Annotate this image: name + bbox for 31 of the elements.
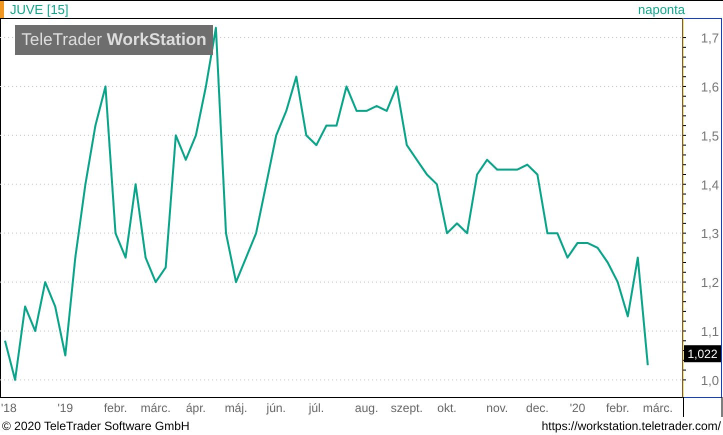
copyright-text: © 2020 TeleTrader Software GmbH [2, 419, 190, 433]
x-tick-label: febr. [104, 401, 128, 415]
x-tick-label: '20 [570, 401, 586, 415]
symbol-label: JUVE [15] [10, 2, 69, 17]
x-tick-label: máj. [224, 401, 248, 415]
x-tick-label: dec. [526, 401, 549, 415]
y-tick-label: 1,6 [700, 79, 719, 94]
price-tag: 1,022 [684, 345, 721, 362]
x-tick-label: márc. [140, 401, 171, 415]
y-tick-label: 1,0 [700, 372, 719, 388]
y-tick-label: 1,1 [700, 324, 719, 339]
x-tick-label: aug. [354, 401, 378, 415]
x-tick-label: márc. [642, 401, 673, 415]
logo: TeleTrader WorkStation [15, 25, 213, 55]
x-tick-label: okt. [437, 401, 457, 415]
x-tick-label: nov. [486, 401, 508, 415]
x-tick-label: '18 [1, 401, 17, 415]
url-link[interactable]: https://workstation.teletrader.com/ [542, 419, 721, 433]
y-tick-label: 1,5 [700, 128, 719, 144]
x-tick-label: jún. [266, 401, 286, 415]
x-tick-label: febr. [606, 401, 630, 415]
x-tick-label: '19 [57, 401, 74, 415]
interval-label: naponta [638, 2, 685, 17]
y-tick-label: 1,3 [700, 226, 719, 242]
x-tick-label: szept. [390, 401, 423, 415]
y-tick-label: 1,7 [700, 30, 719, 46]
x-tick-label: ápr. [186, 401, 206, 415]
marker-bar [0, 1, 4, 18]
y-tick-label: 1,4 [700, 177, 719, 192]
x-tick-label: júl. [308, 401, 324, 415]
y-tick-label: 1,2 [700, 275, 719, 290]
